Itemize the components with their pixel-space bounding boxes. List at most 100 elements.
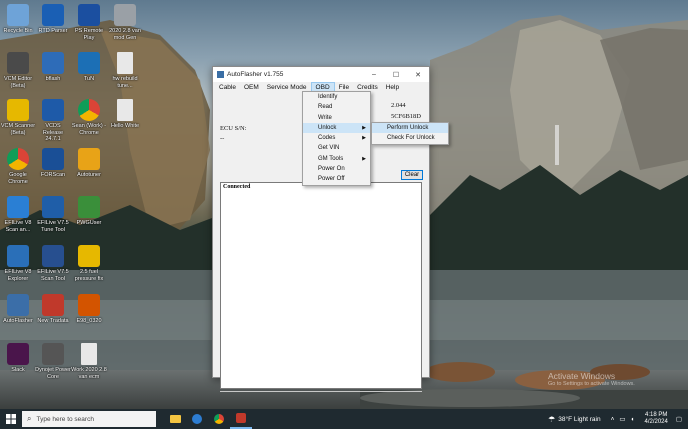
desktop-icon-label: New Tradata [37,318,69,324]
start-button[interactable] [0,409,22,429]
desktop-icon[interactable]: RTD Parser [35,4,71,35]
recycle-bin-icon [7,4,29,26]
weather-text[interactable]: 38°F Light rain [558,416,600,423]
file-explorer-taskbar-button[interactable] [164,409,186,429]
desktop-icon-label: Work 2020 2.8 van ecm [71,367,107,380]
clear-button[interactable]: Clear [401,170,423,180]
close-button[interactable]: ✕ [407,67,429,82]
document-icon [81,343,97,365]
rtd-icon [42,4,64,26]
system-tray: ☂ 38°F Light rain ˄ ▭ ◖ 4:18 PM 4/2/2024… [548,409,688,429]
desktop-icon[interactable]: New Tradata [35,294,71,325]
desktop-icon[interactable]: PWGUser [71,196,107,227]
windows-logo-icon [6,414,16,424]
autoflasher-icon [7,294,29,316]
desktop-icon[interactable]: VCM Scanner (Beta) [0,99,36,136]
chevron-up-icon[interactable]: ˄ [611,416,615,423]
desktop-icon[interactable]: hw rebuild tune... [107,52,143,89]
desktop-icon[interactable]: EFILive V8 Scan an... [0,196,36,233]
desktop-icon[interactable]: 2.5 fuel pressure fix [71,245,107,282]
desktop-icon[interactable]: EFILive V7.5 Tune Tool [35,196,71,233]
minimize-button[interactable]: – [363,67,385,82]
efilive-tune-icon [42,196,64,218]
obd-menu-item-power-on[interactable]: Power On [303,164,370,174]
obd-menu-item-codes[interactable]: Codes ▶ [303,133,370,143]
desktop-icon[interactable]: Google Chrome [0,148,36,185]
menu-cable[interactable]: Cable [215,82,240,93]
desktop-icon[interactable]: Hello White [107,99,143,130]
desktop-icon[interactable]: Recycle Bin [0,4,36,35]
desktop-icon-label: hw rebuild tune... [112,76,138,89]
unlock-menu-item-check-for-unlock[interactable]: Check For Unlock [372,133,448,143]
desktop-icon[interactable]: PS Remote Play [71,4,107,41]
desktop-icon-label: VCDS Release 24.7.1 [42,123,64,142]
chrome-taskbar-button[interactable] [208,409,230,429]
desktop-icon[interactable]: E98_0320 [71,294,107,325]
ps-remote-icon [78,4,100,26]
desktop-icon-label: VCM Editor (Beta) [3,76,33,89]
desktop-icon[interactable]: bflash [35,52,71,83]
taskbar-search-box[interactable]: ⌕ Type here to search [22,411,156,427]
menu-item-label: Write [318,114,332,121]
desktop-icon[interactable]: AutoFlasher [0,294,36,325]
slack-icon [7,343,29,365]
obd-dropdown-menu: Identify Read Write Unlock ▶ Codes ▶ Get VIN GM … [302,91,371,186]
menu-help[interactable]: Help [382,82,403,93]
desktop-icon-label: PWGUser [76,220,102,226]
status-bar [220,391,422,399]
activate-windows-watermark: Activate Windows Go to Settings to activ… [548,371,635,387]
ecu-sn-value: -- [220,135,225,142]
search-placeholder: Type here to search [36,415,94,423]
bflash-icon [42,52,64,74]
unlock-menu-item-perform-unlock[interactable]: Perform Unlock [372,123,448,134]
ecu-sn-label: ECU S/N: [220,125,247,132]
desktop-icon-label: Recycle Bin [3,28,33,34]
obd-menu-item-get-vin[interactable]: Get VIN [303,143,370,153]
desktop-icon[interactable]: Sean (Work) - Chrome [71,99,107,136]
menu-item-label: Unlock [318,124,337,131]
desktop-icon[interactable]: Autotuner [71,148,107,179]
photos-taskbar-button[interactable] [186,409,208,429]
desktop-icon-label: Slack [11,367,25,373]
autoflasher-icon [236,413,246,423]
obd-menu-item-gm-tools[interactable]: GM Tools ▶ [303,154,370,164]
taskbar-clock[interactable]: 4:18 PM 4/2/2024 [644,412,667,427]
desktop-icon-label: PS Remote Play [74,28,104,41]
desktop-icon[interactable]: FORScan [35,148,71,179]
desktop-icon[interactable]: Slack [0,343,36,374]
desktop-icon[interactable]: EFILive V8 Explorer [0,245,36,282]
maximize-button[interactable]: ☐ [385,67,407,82]
desktop-icon[interactable]: EFILive V7.5 Scan Tool [35,245,71,282]
e98-icon [78,294,100,316]
document-icon [117,99,133,121]
obd-menu-item-write[interactable]: Write [303,113,370,123]
network-icon[interactable]: ▭ [619,415,625,423]
desktop-icon[interactable]: TuN [71,52,107,83]
notification-icon[interactable]: ▢ [676,415,682,423]
desktop-icon[interactable]: VCM Editor (Beta) [0,52,36,89]
window-titlebar[interactable]: AutoFlasher v1.755 – ☐ ✕ [213,67,429,82]
obd-menu-item-unlock[interactable]: Unlock ▶ [303,122,370,134]
desktop-icon-label: 2020 2.8 van mod Gen [109,28,141,41]
menu-item-label: Read [318,104,333,111]
log-textbox[interactable]: Connected [220,182,422,389]
desktop-icon[interactable]: Work 2020 2.8 van ecm [71,343,107,380]
obd-menu-item-read[interactable]: Read [303,102,370,112]
chrome-icon [214,414,224,424]
desktop-icon[interactable]: VCDS Release 24.7.1 [35,99,71,143]
desktop-icon[interactable]: 2020 2.8 van mod Gen [107,4,143,41]
desktop-icon-label: bflash [45,76,61,82]
obd-menu-item-power-off[interactable]: Power Off [303,174,370,184]
desktop-icon-label: EFILive V7.5 Tune Tool [37,220,69,233]
volume-icon[interactable]: ◖ [631,416,635,423]
desktop-icon[interactable]: Dynojet Power Core [35,343,71,380]
value-1: 2.044 [391,102,406,109]
submenu-arrow-icon: ▶ [362,135,366,142]
menu-oem[interactable]: OEM [240,82,263,93]
desktop-icon-label: Sean (Work) - Chrome [71,123,107,136]
autoflasher-taskbar-button[interactable] [230,409,252,429]
desktop-icon-label: EFILive V8 Scan an... [4,220,32,233]
obd-menu-item-identify[interactable]: Identify [303,92,370,102]
window-title: AutoFlasher v1.755 [227,71,284,78]
desktop-icon-label: TuN [83,76,95,82]
